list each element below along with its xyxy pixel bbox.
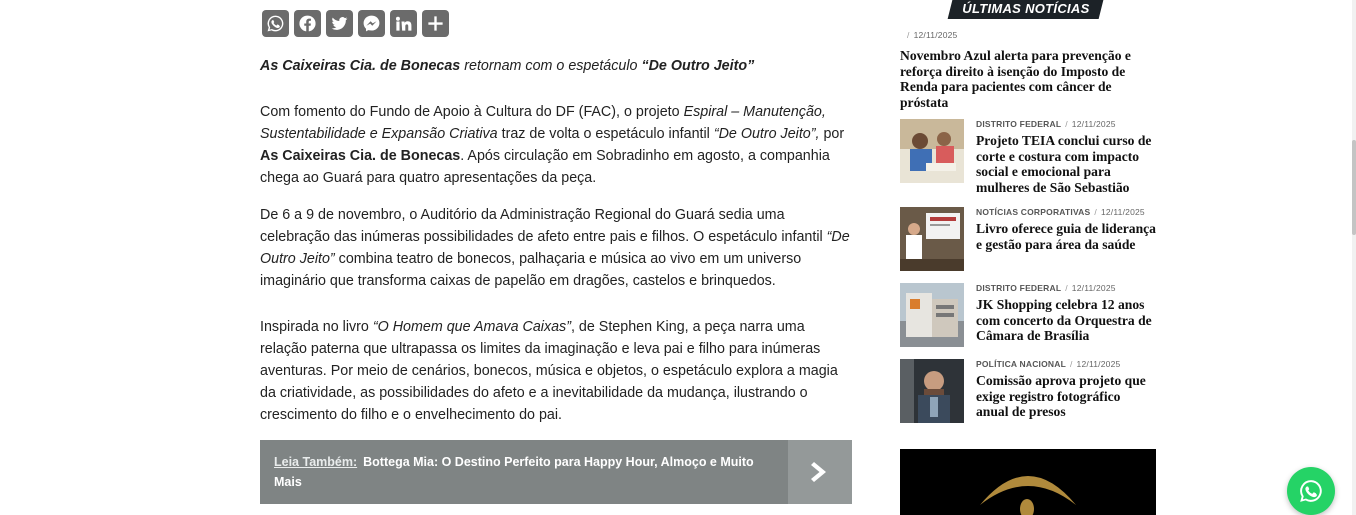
meta-separator: / (1065, 119, 1068, 129)
linkedin-icon (395, 16, 412, 31)
sidebar: ÚLTIMAS NOTÍCIAS (900, 0, 1156, 20)
news-date: 12/11/2025 (1071, 119, 1116, 129)
whatsapp-icon (1300, 480, 1322, 502)
news-meta: NOTÍCIAS CORPORATIVAS /12/11/2025 (976, 207, 1156, 217)
news-meta: DISTRITO FEDERAL /12/11/2025 (976, 283, 1156, 293)
lead-company: As Caixeiras Cia. de Bonecas (260, 58, 461, 74)
sidebar-heading-wrap: ÚLTIMAS NOTÍCIAS (900, 0, 1156, 20)
news-thumbnail[interactable] (900, 359, 964, 423)
article-paragraph-1: Com fomento do Fundo de Apoio à Cultura … (260, 101, 852, 189)
whatsapp-icon (267, 15, 284, 32)
sidebar-heading-text: ÚLTIMAS NOTÍCIAS (962, 1, 1090, 16)
news-thumbnail[interactable] (900, 207, 964, 271)
news-title[interactable]: Projeto TEIA conclui curso de corte e co… (976, 133, 1156, 195)
news-title[interactable]: Comissão aprova projeto que exige regist… (976, 373, 1156, 420)
news-body: NOTÍCIAS CORPORATIVAS /12/11/2025 Livro o… (976, 207, 1156, 271)
news-meta: POLÍTICA NACIONAL/12/11/2025 (976, 359, 1156, 369)
news-date: 12/11/2025 (913, 30, 958, 40)
twitter-share-button[interactable] (326, 10, 353, 37)
news-category[interactable]: DISTRITO FEDERAL (976, 119, 1061, 129)
news-meta: DISTRITO FEDERAL /12/11/2025 (976, 119, 1156, 129)
news-body: DISTRITO FEDERAL /12/11/2025 JK Shopping … (976, 283, 1156, 347)
latest-news-item[interactable]: DISTRITO FEDERAL /12/11/2025 JK Shopping … (900, 283, 1156, 347)
news-category[interactable]: NOTÍCIAS CORPORATIVAS (976, 207, 1090, 217)
meta-separator: / (1094, 207, 1097, 217)
twitter-icon (331, 17, 348, 30)
p3-text-1: Inspirada no livro (260, 319, 373, 335)
p1-text-1: Com fomento do Fundo de Apoio à Cultura … (260, 104, 684, 120)
eye-logo-icon (980, 476, 1076, 515)
news-category[interactable]: DISTRITO FEDERAL (976, 283, 1061, 293)
messenger-icon (363, 15, 380, 32)
news-title[interactable]: Novembro Azul alerta para prevenção e re… (900, 48, 1156, 110)
read-also-text[interactable]: Leia Também: Bottega Mia: O Destino Perfe… (260, 440, 788, 504)
news-title[interactable]: Livro oferece guia de liderança e gestão… (976, 221, 1156, 252)
share-bar (262, 10, 449, 37)
latest-news-item[interactable]: POLÍTICA NACIONAL/12/11/2025 Comissão ap… (900, 359, 1156, 423)
latest-news-item[interactable]: NOTÍCIAS CORPORATIVAS /12/11/2025 Livro o… (900, 207, 1156, 271)
p1-text-2: traz de volta o espetáculo infantil (497, 126, 714, 142)
latest-news-item[interactable]: DISTRITO FEDERAL /12/11/2025 Projeto TEIA… (900, 119, 1156, 195)
meta-separator: / (1065, 283, 1068, 293)
linkedin-share-button[interactable] (390, 10, 417, 37)
meta-separator: / (1069, 359, 1073, 369)
p1-show: “De Outro Jeito”, (713, 126, 820, 142)
ad-banner[interactable] (900, 449, 1156, 515)
messenger-share-button[interactable] (358, 10, 385, 37)
news-body: DISTRITO FEDERAL /12/11/2025 Projeto TEIA… (976, 119, 1156, 195)
article-paragraph-3: Inspirada no livro “O Homem que Amava Ca… (260, 316, 852, 426)
scrollbar-thumb[interactable] (1352, 140, 1356, 235)
read-also-arrow-button[interactable] (788, 440, 852, 504)
chevron-right-icon (811, 462, 826, 482)
share-more-button[interactable] (422, 10, 449, 37)
news-date: 12/11/2025 (1076, 359, 1121, 369)
read-also-box[interactable]: Leia Também: Bottega Mia: O Destino Perfe… (260, 440, 852, 504)
lead-text: retornam com o espetáculo (460, 58, 642, 74)
article-paragraph-2: De 6 a 9 de novembro, o Auditório da Adm… (260, 204, 852, 292)
news-body: POLÍTICA NACIONAL/12/11/2025 Comissão ap… (976, 359, 1156, 423)
whatsapp-share-button[interactable] (262, 10, 289, 37)
share-icon (428, 16, 443, 31)
news-category[interactable]: POLÍTICA NACIONAL (976, 359, 1066, 369)
facebook-icon (299, 15, 316, 32)
news-date: 12/11/2025 (1071, 283, 1116, 293)
lead-show: “De Outro Jeito” (641, 58, 755, 74)
latest-news-item-featured[interactable]: /12/11/2025 Novembro Azul alerta para pr… (900, 30, 1156, 110)
p1-company: As Caixeiras Cia. de Bonecas (260, 148, 461, 164)
read-also-label[interactable]: Leia Também: (274, 455, 357, 469)
p2-text-2: combina teatro de bonecos, palhaçaria e … (260, 251, 802, 289)
news-date: 12/11/2025 (1100, 207, 1145, 217)
p3-book: “O Homem que Amava Caixas” (372, 319, 571, 335)
article-lead: As Caixeiras Cia. de Bonecas retornam co… (260, 55, 852, 77)
news-meta: /12/11/2025 (900, 30, 1156, 40)
meta-separator: / (907, 30, 910, 40)
news-thumbnail[interactable] (900, 119, 964, 183)
article-body: As Caixeiras Cia. de Bonecas retornam co… (260, 55, 852, 426)
news-thumbnail[interactable] (900, 283, 964, 347)
sidebar-heading: ÚLTIMAS NOTÍCIAS (947, 0, 1104, 19)
whatsapp-float-button[interactable] (1287, 467, 1335, 515)
p1-text-3: por (819, 126, 845, 142)
facebook-share-button[interactable] (294, 10, 321, 37)
scrollbar-track[interactable] (1352, 0, 1356, 515)
p2-text-1: De 6 a 9 de novembro, o Auditório da Adm… (260, 207, 827, 245)
news-title[interactable]: JK Shopping celebra 12 anos com concerto… (976, 297, 1156, 344)
